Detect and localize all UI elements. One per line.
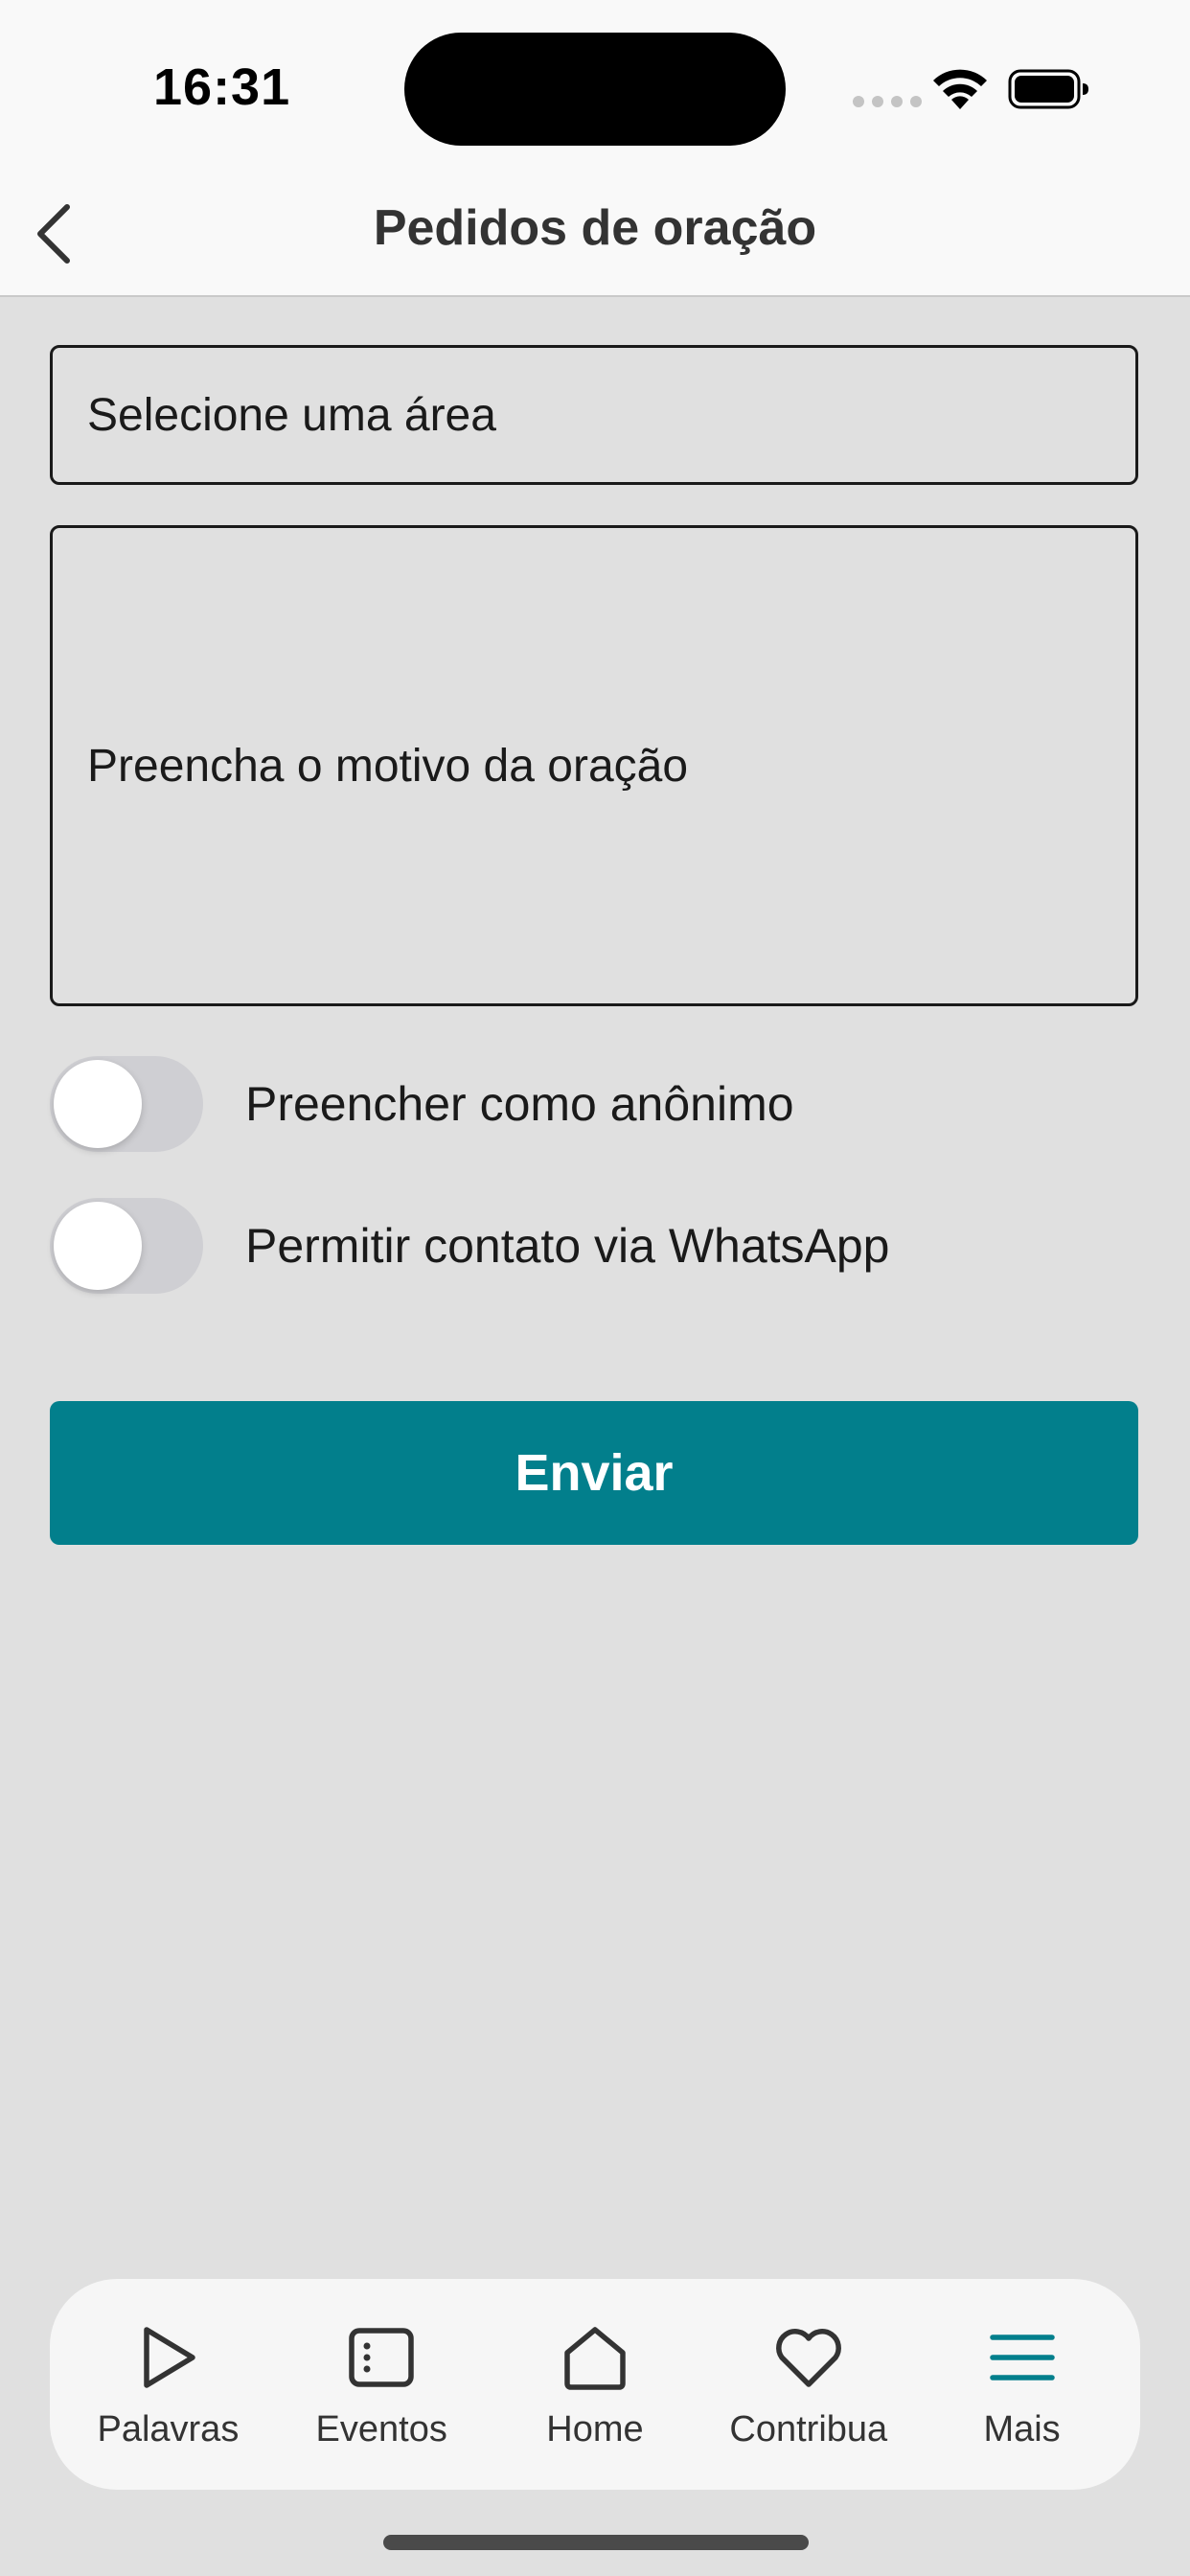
tab-label: Palavras [97, 2408, 240, 2450]
reason-textarea[interactable]: Preencha o motivo da oração [50, 525, 1138, 1006]
area-select-placeholder: Selecione uma área [87, 389, 496, 441]
tab-eventos[interactable]: Eventos [281, 2319, 482, 2450]
tab-mais[interactable]: Mais [922, 2319, 1123, 2450]
tab-label: Home [546, 2408, 644, 2450]
tab-label: Contribua [729, 2408, 888, 2450]
tab-palavras[interactable]: Palavras [67, 2319, 268, 2450]
navigation-bar: Pedidos de oração [0, 172, 1190, 297]
anonymous-toggle-label: Preencher como anônimo [245, 1077, 794, 1131]
whatsapp-toggle[interactable] [50, 1198, 203, 1294]
tab-home[interactable]: Home [494, 2319, 696, 2450]
home-icon [564, 2326, 626, 2390]
home-indicator[interactable] [383, 2535, 809, 2550]
wifi-icon [933, 69, 987, 109]
tab-contribua[interactable]: Contribua [708, 2319, 909, 2450]
whatsapp-toggle-row: Permitir contato via WhatsApp [50, 1198, 890, 1294]
heart-icon [775, 2328, 841, 2387]
tab-label: Eventos [315, 2408, 447, 2450]
calendar-card-icon [349, 2327, 414, 2387]
battery-icon [1008, 69, 1088, 109]
tab-bar: Palavras Eventos Home Contribua Mais [50, 2279, 1140, 2490]
menu-icon [989, 2334, 1055, 2380]
area-select[interactable]: Selecione uma área [50, 345, 1138, 485]
cellular-signal-icon [853, 96, 922, 107]
status-time: 16:31 [153, 58, 291, 116]
toggle-knob [54, 1060, 142, 1148]
anonymous-toggle-row: Preencher como anônimo [50, 1056, 794, 1152]
page-title: Pedidos de oração [373, 200, 817, 256]
dynamic-island [404, 33, 786, 146]
tab-label: Mais [983, 2408, 1061, 2450]
anonymous-toggle[interactable] [50, 1056, 203, 1152]
status-bar: 16:31 [0, 0, 1190, 172]
whatsapp-toggle-label: Permitir contato via WhatsApp [245, 1219, 890, 1273]
toggle-knob [54, 1202, 142, 1290]
submit-button[interactable]: Enviar [50, 1401, 1138, 1545]
reason-placeholder: Preencha o motivo da oração [87, 740, 689, 792]
play-icon [144, 2326, 196, 2388]
